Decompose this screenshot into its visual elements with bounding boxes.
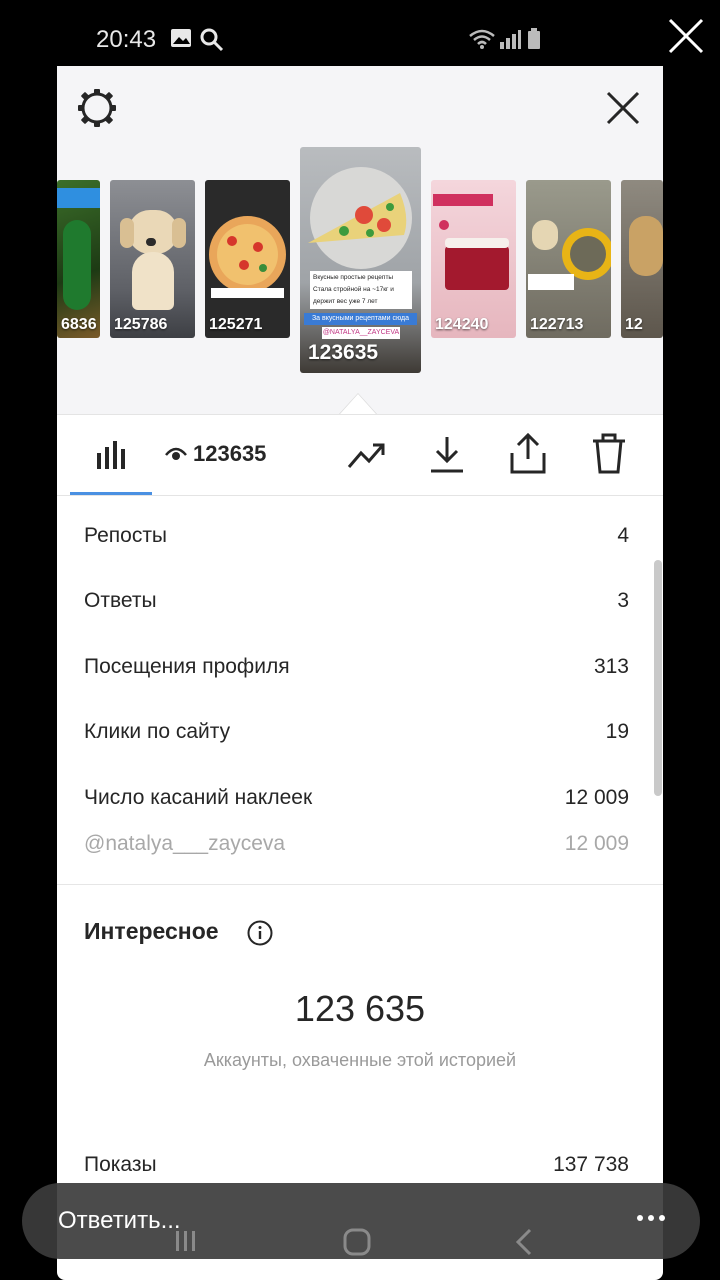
stat-label: Посещения профиля [84, 655, 290, 678]
close-icon[interactable] [603, 88, 643, 128]
overlay-handle: @NATALYA__ZAYCEVA [322, 327, 400, 339]
stat-label: Клики по сайту [84, 720, 231, 743]
story-strip-area: 6836 125786 125271 Вкусные простые рецеп… [57, 66, 663, 414]
close-story-icon[interactable] [664, 14, 708, 58]
discovery-title: Интересное [84, 918, 219, 944]
delete-icon[interactable] [591, 433, 627, 475]
views-tab[interactable]: 123635 [165, 441, 266, 467]
scrollbar[interactable] [654, 560, 662, 796]
reach-value: 123 635 [294, 988, 426, 1029]
recent-apps-icon [176, 1231, 195, 1251]
eye-icon [165, 447, 187, 460]
story-thumb[interactable]: 125786 [110, 180, 195, 338]
search-icon [200, 28, 224, 52]
overlay-line: держит вес уже 7 лет [313, 298, 378, 305]
stat-value: 3 [617, 589, 629, 612]
status-time: 20:43 [96, 26, 157, 53]
stat-value: 12 009 [564, 786, 629, 809]
story-views: 122713 [530, 316, 584, 333]
story-insights-sheet: 6836 125786 125271 Вкусные простые рецеп… [57, 66, 663, 1280]
pizza-slice-image [308, 193, 407, 243]
story-thumb[interactable]: 12 [621, 180, 663, 338]
stat-value: 4 [617, 524, 629, 547]
stat-label: @natalya___zayceva [84, 832, 286, 855]
selection-caret [340, 394, 376, 414]
download-icon[interactable] [429, 435, 465, 475]
story-thumb[interactable]: 124240 [431, 180, 516, 338]
more-options-icon[interactable] [636, 1203, 666, 1233]
reach-caption: Аккаунты, охваченные этой историей [203, 1050, 517, 1070]
insights-tab-icon[interactable] [95, 439, 127, 471]
share-icon[interactable] [509, 433, 547, 475]
story-views: 12 [625, 316, 643, 333]
stat-label: Показы [84, 1153, 157, 1176]
story-thumb[interactable]: 6836 [57, 180, 100, 338]
trending-icon[interactable] [347, 441, 387, 471]
settings-icon[interactable] [75, 86, 119, 130]
signal-icon [500, 30, 521, 49]
home-icon [343, 1228, 371, 1256]
overlay-line: Вкусные простые рецепты [313, 274, 394, 281]
overlay-line: Стала стройной на ~17кг и [313, 286, 394, 293]
reply-input[interactable]: Ответить... [58, 1207, 181, 1235]
story-thumb-selected[interactable]: Вкусные простые рецепты Стала стройной н… [300, 147, 421, 373]
story-thumb[interactable]: 125271 [205, 180, 290, 338]
story-thumb[interactable]: 122713 [526, 180, 611, 338]
views-count: 123635 [193, 441, 267, 466]
stat-value: 19 [605, 720, 629, 743]
section-divider [57, 884, 663, 885]
active-tab-indicator [70, 492, 152, 495]
story-views: 125271 [209, 316, 263, 333]
stat-value: 12 009 [564, 832, 629, 855]
battery-icon [528, 28, 540, 49]
info-icon[interactable] [247, 920, 273, 946]
stat-value: 313 [593, 655, 629, 678]
stat-value: 137 738 [553, 1153, 629, 1176]
story-views: 6836 [61, 316, 97, 333]
story-views: 124240 [435, 316, 489, 333]
stat-label: Репосты [84, 524, 168, 547]
wifi-icon [469, 29, 495, 49]
story-views: 123635 [308, 341, 379, 364]
gallery-icon [171, 29, 191, 47]
story-views: 125786 [114, 316, 168, 333]
status-bar: 20:43 [0, 0, 720, 70]
back-icon [515, 1228, 532, 1256]
reply-bar[interactable]: Ответить... [22, 1183, 700, 1259]
stat-label: Число касаний наклеек [84, 786, 313, 809]
overlay-tag: За вкусными рецептами сюда [304, 313, 417, 325]
stat-label: Ответы [84, 589, 157, 612]
insights-toolbar: 123635 [57, 414, 663, 496]
